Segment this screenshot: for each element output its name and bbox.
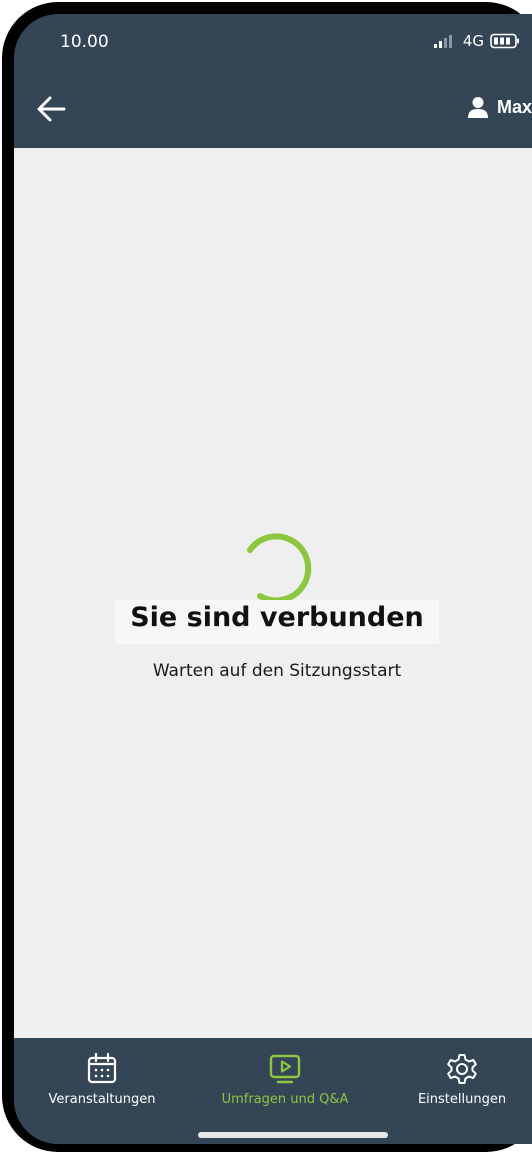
user-profile-button[interactable]: Max xyxy=(467,96,532,118)
app-screen: 10.00 4G Max Sie sind verbunden Warten a… xyxy=(14,14,532,1144)
app-header: Max xyxy=(14,74,532,148)
battery-icon xyxy=(490,33,519,49)
nav-item-polls-qa[interactable]: Umfragen und Q&A xyxy=(210,1052,360,1107)
main-content: Sie sind verbunden Warten auf den Sitzun… xyxy=(14,148,532,1038)
bottom-navigation: Veranstaltungen Umfragen und Q&A Einstel… xyxy=(14,1038,532,1144)
signal-icon xyxy=(433,35,452,48)
status-indicators: 4G xyxy=(433,32,520,50)
user-name: Max xyxy=(496,96,532,117)
back-button[interactable] xyxy=(36,94,76,128)
status-time: 10.00 xyxy=(60,32,109,52)
calendar-icon xyxy=(87,1052,117,1084)
play-screen-icon xyxy=(269,1054,301,1084)
status-subtitle: Warten auf den Sitzungsstart xyxy=(152,661,402,681)
nav-item-events[interactable]: Veranstaltungen xyxy=(42,1052,162,1107)
status-bar: 10.00 4G xyxy=(14,14,532,74)
nav-label-events: Veranstaltungen xyxy=(48,1092,156,1107)
gear-icon xyxy=(447,1054,477,1084)
phone-frame: 10.00 4G Max Sie sind verbunden Warten a… xyxy=(0,0,532,1158)
loading-spinner xyxy=(247,533,312,604)
status-title: Sie sind verbunden xyxy=(130,602,424,633)
nav-item-settings[interactable]: Einstellungen xyxy=(400,1052,524,1107)
nav-label-settings: Einstellungen xyxy=(417,1092,507,1107)
network-label: 4G xyxy=(462,32,484,50)
arrow-left-icon xyxy=(37,96,66,122)
home-indicator[interactable] xyxy=(198,1132,388,1138)
nav-label-polls-qa: Umfragen und Q&A xyxy=(221,1092,349,1107)
person-icon xyxy=(467,97,488,118)
